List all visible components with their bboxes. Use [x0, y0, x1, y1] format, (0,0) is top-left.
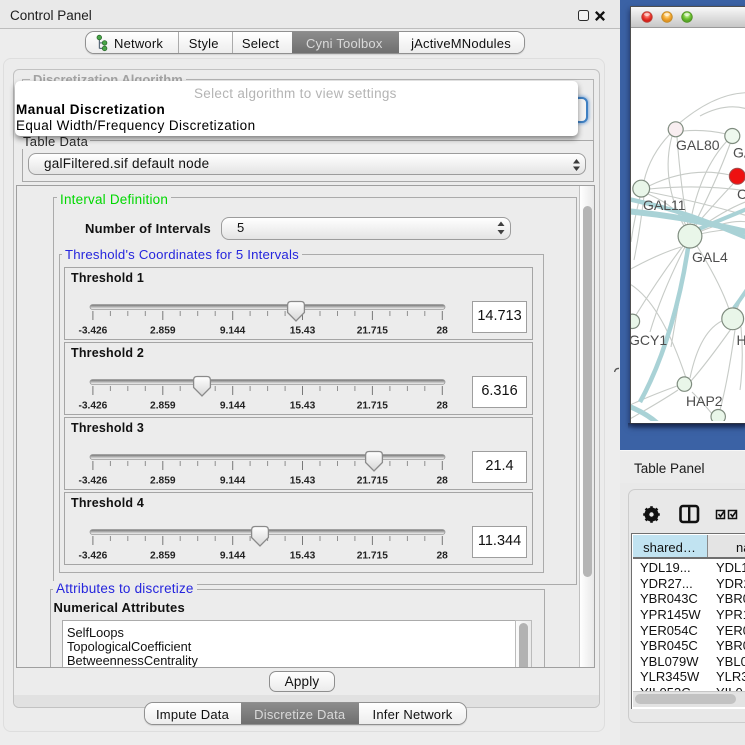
- svg-text:21.715: 21.715: [357, 551, 388, 562]
- svg-text:15.43: 15.43: [290, 326, 316, 337]
- svg-text:HAP2: HAP2: [686, 393, 723, 409]
- svg-text:-3.426: -3.426: [78, 326, 107, 337]
- svg-text:28: 28: [437, 551, 449, 562]
- svg-text:-3.426: -3.426: [78, 551, 107, 562]
- svg-text:21.715: 21.715: [357, 401, 388, 412]
- svg-text:-3.426: -3.426: [78, 476, 107, 487]
- svg-text:9.144: 9.144: [220, 326, 246, 337]
- svg-text:21.715: 21.715: [357, 476, 388, 487]
- svg-text:28: 28: [437, 401, 449, 412]
- svg-text:GCY1: GCY1: [631, 332, 667, 348]
- svg-text:9.144: 9.144: [220, 551, 246, 562]
- svg-text:9.144: 9.144: [220, 401, 246, 412]
- svg-text:CY: CY: [737, 186, 745, 202]
- svg-text:28: 28: [437, 326, 449, 337]
- svg-text:2.859: 2.859: [150, 326, 176, 337]
- svg-text:2.859: 2.859: [150, 401, 176, 412]
- svg-text:21.715: 21.715: [357, 326, 388, 337]
- svg-text:9.144: 9.144: [220, 476, 246, 487]
- svg-text:GAL11: GAL11: [643, 197, 686, 213]
- svg-text:2.859: 2.859: [150, 476, 176, 487]
- svg-text:GAL80: GAL80: [676, 137, 720, 153]
- svg-text:GA: GA: [733, 145, 745, 161]
- svg-text:28: 28: [437, 476, 449, 487]
- svg-text:15.43: 15.43: [290, 551, 316, 562]
- svg-text:GAL4: GAL4: [692, 249, 728, 265]
- svg-text:H: H: [737, 332, 745, 348]
- svg-text:15.43: 15.43: [290, 401, 316, 412]
- svg-text:15.43: 15.43: [290, 476, 316, 487]
- svg-text:2.859: 2.859: [150, 551, 176, 562]
- svg-text:-3.426: -3.426: [78, 401, 107, 412]
